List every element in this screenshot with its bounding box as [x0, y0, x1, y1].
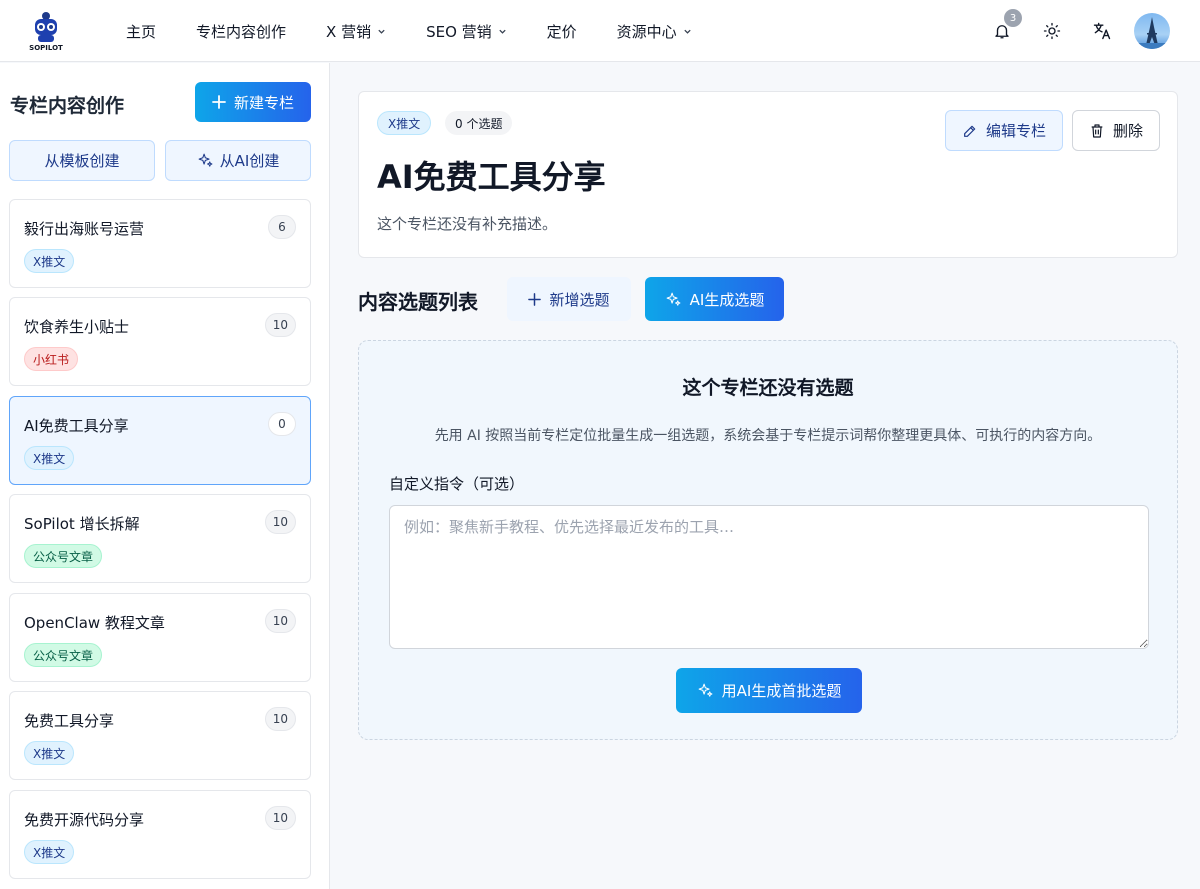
chevron-down-icon — [499, 29, 506, 34]
column-title: AI免费工具分享 — [377, 158, 606, 196]
pencil-icon — [964, 125, 976, 137]
topic-count-badge: 10 — [264, 806, 296, 830]
sun-icon — [1043, 22, 1061, 40]
platform-tag: 公众号文章 — [24, 544, 103, 568]
platform-tag: 小红书 — [24, 347, 79, 371]
column-card[interactable]: 免费工具分享 10 X推文 — [9, 691, 311, 780]
ai-generate-topics-button[interactable]: AI生成选题 — [645, 277, 784, 321]
column-card-title: 饮食养生小贴士 — [24, 318, 130, 336]
nav-pricing[interactable]: 定价 — [547, 21, 577, 42]
top-navbar: SOPILOT 主页 专栏内容创作 X 营销 SEO 营销 定价 资源中心 3 — [0, 0, 1200, 62]
create-from-ai-button[interactable]: 从AI创建 — [165, 140, 311, 181]
topic-count-badge: 6 — [268, 215, 296, 239]
platform-tag: X推文 — [24, 249, 75, 273]
topic-count-tag: 0 个选题 — [445, 111, 513, 135]
sparkles-icon — [198, 153, 213, 167]
column-card-title: SoPilot 增长拆解 — [24, 515, 140, 533]
edit-column-button[interactable]: 编辑专栏 — [945, 110, 1063, 151]
theme-toggle-button[interactable] — [1034, 13, 1070, 49]
empty-state-title: 这个专栏还没有选题 — [682, 377, 854, 399]
column-card-active[interactable]: AI免费工具分享 0 X推文 — [9, 396, 311, 485]
create-from-template-button[interactable]: 从模板创建 — [9, 140, 155, 181]
custom-instruction-label: 自定义指令（可选） — [389, 475, 525, 493]
column-card-title: 毅行出海账号运营 — [24, 220, 145, 238]
notifications-button[interactable]: 3 — [984, 9, 1022, 49]
topic-count-badge: 10 — [264, 313, 296, 337]
column-card[interactable]: 饮食养生小贴士 10 小红书 — [9, 297, 311, 386]
chevron-down-icon — [684, 29, 691, 34]
platform-tag: 公众号文章 — [24, 643, 103, 667]
add-topic-button[interactable]: 新增选题 — [507, 277, 631, 321]
platform-tag: X推文 — [24, 446, 75, 470]
topic-count-badge: 10 — [264, 707, 296, 731]
column-card[interactable]: 毅行出海账号运营 6 X推文 — [9, 199, 311, 288]
language-button[interactable] — [1084, 13, 1120, 49]
platform-tag: X推文 — [24, 741, 75, 765]
sidebar-title: 专栏内容创作 — [10, 95, 125, 117]
empty-topics-panel: 这个专栏还没有选题 先用 AI 按照当前专栏定位批量生成一组选题，系统会基于专栏… — [358, 340, 1178, 740]
column-card[interactable]: OpenClaw 教程文章 10 公众号文章 — [9, 593, 311, 682]
generate-first-topics-button[interactable]: 用AI生成首批选题 — [676, 668, 862, 713]
delete-column-button[interactable]: 删除 — [1072, 110, 1160, 151]
notification-badge: 3 — [1004, 9, 1022, 27]
column-card[interactable]: 免费开源代码分享 10 X推文 — [9, 790, 311, 879]
column-header-card: X推文 0 个选题 AI免费工具分享 这个专栏还没有补充描述。 编辑专栏 删除 — [358, 91, 1178, 258]
top-right-actions: 3 — [970, 9, 1170, 50]
logo-text: SOPILOT — [29, 44, 63, 52]
plus-icon — [212, 95, 226, 109]
chevron-down-icon — [378, 29, 385, 34]
translate-icon — [1093, 22, 1111, 40]
column-sidebar: 专栏内容创作 新建专栏 从模板创建 从AI创建 毅行出海账号运营 6 X推文 饮… — [0, 63, 330, 889]
eiffel-tower-avatar-image — [1134, 17, 1170, 49]
column-card-title: 免费开源代码分享 — [24, 811, 145, 829]
nav-home[interactable]: 主页 — [126, 21, 156, 42]
column-card-title: OpenClaw 教程文章 — [24, 614, 165, 632]
user-avatar[interactable] — [1134, 13, 1170, 49]
custom-instruction-input[interactable] — [389, 505, 1149, 649]
plus-icon — [528, 292, 542, 306]
nav-seo-marketing[interactable]: SEO 营销 — [426, 21, 507, 42]
sopilot-logo[interactable]: SOPILOT — [26, 10, 66, 52]
new-column-button[interactable]: 新建专栏 — [195, 82, 311, 122]
platform-tag: X推文 — [377, 111, 432, 135]
sparkles-icon — [666, 292, 681, 306]
column-card[interactable]: SoPilot 增长拆解 10 公众号文章 — [9, 494, 311, 583]
platform-tag: X推文 — [24, 840, 75, 864]
column-card-title: AI免费工具分享 — [24, 417, 129, 435]
sparkles-icon — [698, 683, 713, 697]
column-description: 这个专栏还没有补充描述。 — [377, 215, 558, 233]
topic-list-title: 内容选题列表 — [358, 290, 478, 314]
topic-count-badge: 0 — [268, 412, 296, 436]
nav-resources[interactable]: 资源中心 — [617, 21, 692, 42]
topic-count-badge: 10 — [264, 510, 296, 534]
main-nav: 主页 专栏内容创作 X 营销 SEO 营销 定价 资源中心 — [110, 0, 732, 62]
trash-icon — [1091, 123, 1103, 138]
topic-count-badge: 10 — [264, 609, 296, 633]
empty-state-description: 先用 AI 按照当前专栏定位批量生成一组选题，系统会基于专栏提示词帮你整理更具体… — [434, 428, 1102, 444]
nav-x-marketing[interactable]: X 营销 — [326, 21, 386, 42]
column-card-title: 免费工具分享 — [24, 712, 115, 730]
nav-column-creation[interactable]: 专栏内容创作 — [196, 21, 286, 42]
